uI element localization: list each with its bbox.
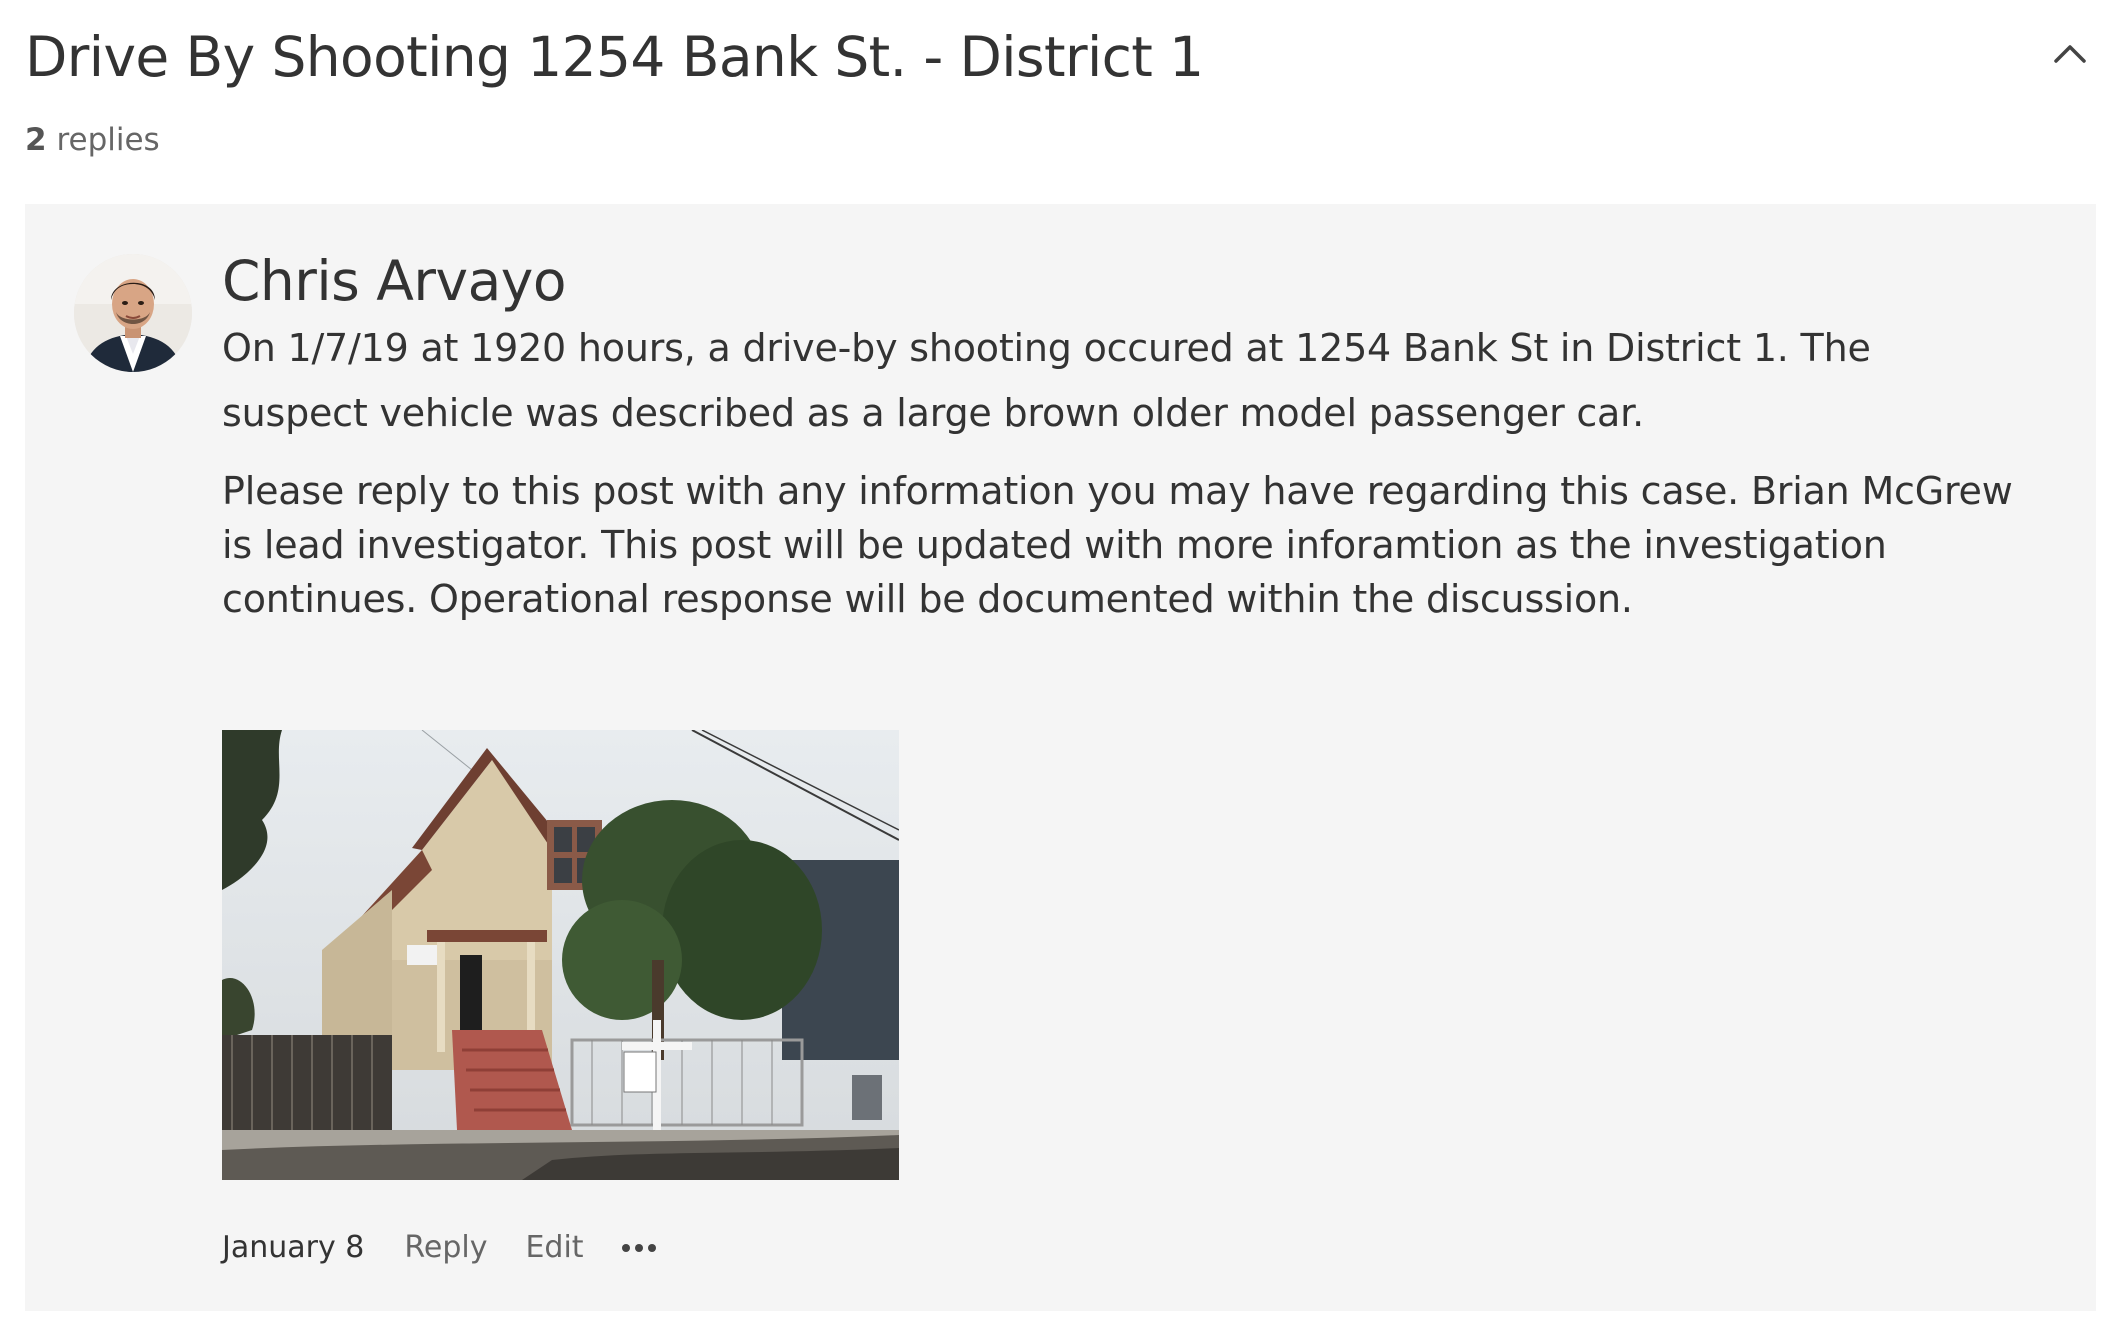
post-card: Chris Arvayo On 1/7/19 at 1920 hours, a … (25, 204, 2096, 1311)
user-avatar (74, 254, 192, 372)
author-name[interactable]: Chris Arvayo (222, 246, 2062, 316)
more-options-button[interactable] (621, 1226, 656, 1270)
discussion-thread: Drive By Shooting 1254 Bank St. - Distri… (0, 0, 2120, 1332)
house-photo (222, 730, 899, 1180)
post-date[interactable]: January 8 (222, 1226, 364, 1270)
attached-image[interactable] (222, 730, 899, 1180)
thread-header: Drive By Shooting 1254 Bank St. - Distri… (25, 22, 2095, 92)
reply-count-number: 2 (25, 122, 47, 158)
post-paragraph: On 1/7/19 at 1920 hours, a drive-by shoo… (222, 326, 1871, 435)
reply-button[interactable]: Reply (404, 1226, 487, 1270)
edit-button[interactable]: Edit (525, 1226, 583, 1270)
post-body: Chris Arvayo On 1/7/19 at 1920 hours, a … (222, 246, 2062, 626)
collapse-button[interactable] (2045, 28, 2095, 78)
thread-title: Drive By Shooting 1254 Bank St. - Distri… (25, 25, 1204, 89)
reply-count-label: replies (56, 122, 160, 158)
avatar[interactable] (74, 254, 192, 372)
reply-count[interactable]: 2 replies (25, 118, 160, 162)
post-actions: January 8 Reply Edit (222, 1226, 656, 1270)
post-paragraph: Please reply to this post with any infor… (222, 469, 2013, 621)
ellipsis-icon (621, 1244, 656, 1252)
chevron-up-icon (2054, 45, 2086, 63)
